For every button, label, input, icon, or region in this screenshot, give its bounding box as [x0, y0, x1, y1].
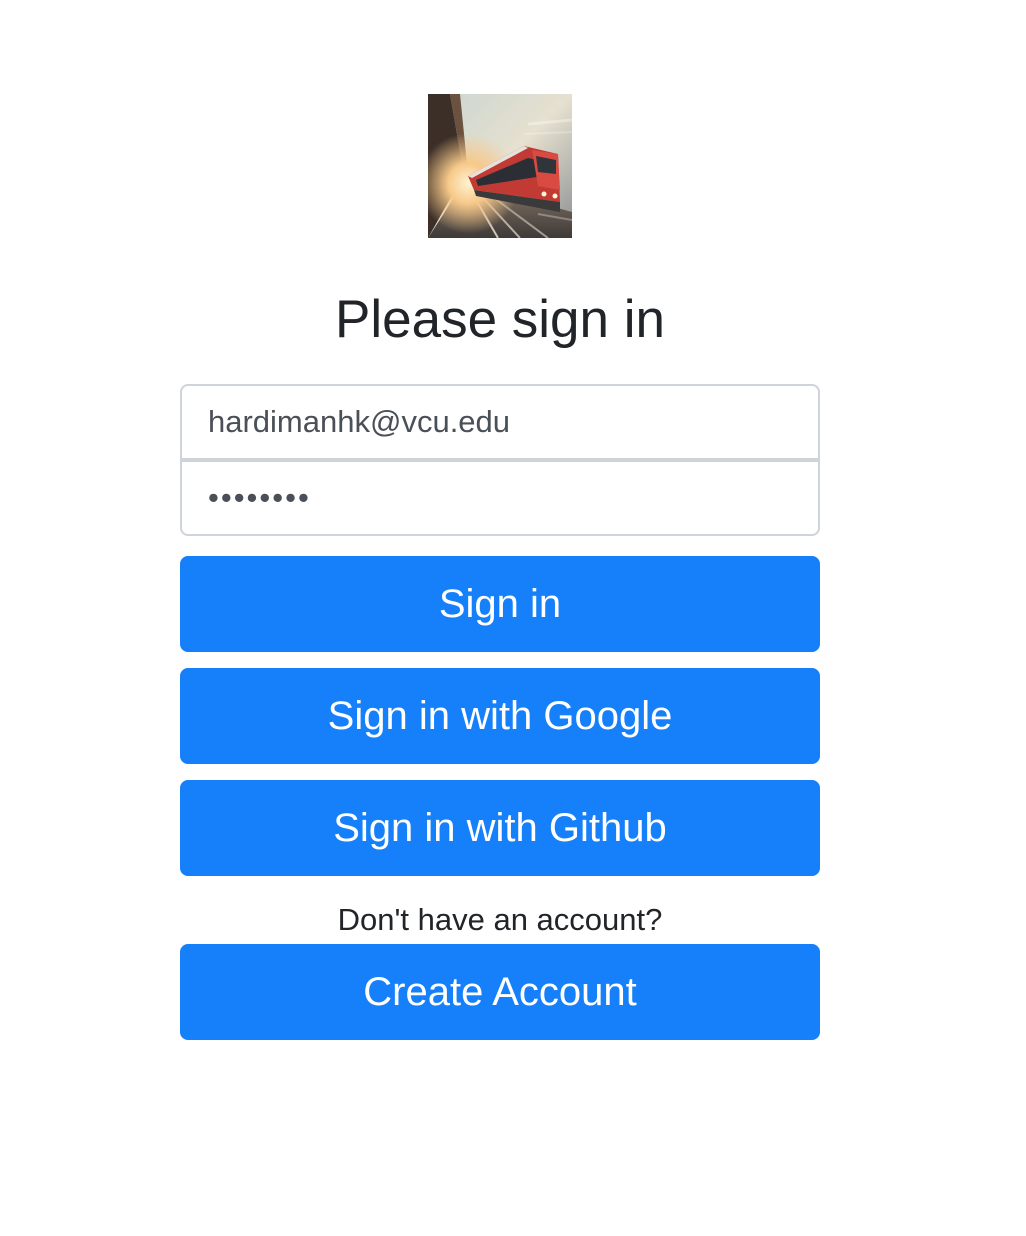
- email-field[interactable]: [180, 384, 820, 460]
- sign-in-google-button[interactable]: Sign in with Google: [180, 668, 820, 764]
- train-photo-icon: [428, 94, 572, 238]
- page-title: Please sign in: [335, 290, 665, 349]
- sign-in-page: Please sign in Sign in Sign in with Goog…: [0, 0, 1026, 1236]
- account-prompt: Don't have an account?: [337, 902, 663, 937]
- create-account-button[interactable]: Create Account: [180, 944, 820, 1040]
- sign-in-github-button[interactable]: Sign in with Github: [180, 780, 820, 876]
- password-field[interactable]: [180, 460, 820, 536]
- sign-in-button[interactable]: Sign in: [180, 556, 820, 652]
